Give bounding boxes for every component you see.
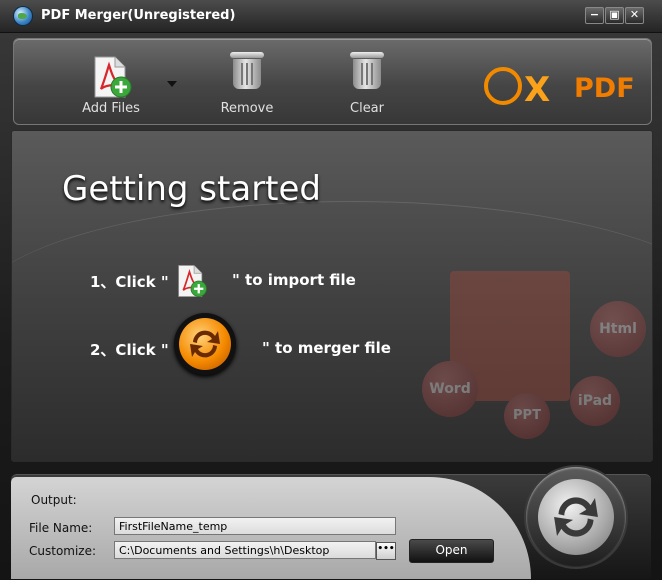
add-files-label: Add Files [82, 101, 140, 116]
add-files-button[interactable]: Add Files [71, 51, 151, 121]
merge-start-icon [554, 497, 598, 537]
step1-suffix: " to import file [232, 271, 356, 289]
format-watermark: Html Word iPad PPT [422, 271, 652, 461]
output-section: Output: File Name: Customize: ••• Open [11, 467, 651, 579]
clear-button[interactable]: Clear [327, 51, 407, 121]
page-title: Getting started [62, 169, 322, 209]
add-pdf-icon [94, 56, 132, 98]
ox-head-icon [484, 67, 522, 105]
window-title: PDF Merger(Unregistered) [41, 8, 236, 23]
output-path-input[interactable] [114, 541, 376, 559]
open-folder-button[interactable]: Open [409, 539, 494, 563]
oxpdf-logo: X [484, 63, 550, 110]
output-label: Output: [31, 493, 77, 507]
close-button[interactable]: ✕ [625, 7, 644, 24]
add-files-dropdown-icon[interactable] [167, 81, 177, 87]
restore-button[interactable]: ▣ [605, 7, 624, 24]
add-pdf-icon [178, 265, 207, 297]
output-panel: Output: File Name: Customize: ••• Open [11, 477, 531, 579]
merge-start-button[interactable] [526, 467, 626, 567]
html-format-icon: Html [590, 301, 646, 357]
merge-icon [174, 313, 236, 375]
file-name-input[interactable] [114, 517, 396, 535]
remove-label: Remove [220, 101, 274, 116]
step1-prefix: 1、Click " [90, 273, 169, 291]
browse-button[interactable]: ••• [376, 542, 396, 560]
oxpdf-logo-text: PDF [574, 73, 635, 104]
trash-icon [230, 52, 264, 89]
ipad-format-icon: iPad [570, 376, 620, 426]
customize-label: Customize: [29, 544, 97, 558]
trash-full-icon [350, 52, 384, 89]
clear-label: Clear [350, 101, 384, 116]
title-bar[interactable]: PDF Merger(Unregistered) − ▣ ✕ [0, 0, 662, 33]
step2-suffix: " to merger file [262, 339, 391, 357]
app-window: PDF Merger(Unregistered) − ▣ ✕ Add Files… [0, 0, 662, 580]
ppt-format-icon: PPT [504, 393, 550, 439]
getting-started-panel: Getting started 1、Click " " to import fi… [11, 130, 653, 462]
word-format-icon: Word [422, 361, 478, 417]
app-globe-icon [14, 7, 32, 25]
toolbar: Add Files Remove Clear X PDF [13, 38, 652, 125]
step2-prefix: 2、Click " [90, 341, 169, 359]
file-name-label: File Name: [29, 521, 93, 535]
remove-button[interactable]: Remove [207, 51, 287, 121]
minimize-button[interactable]: − [585, 7, 604, 24]
